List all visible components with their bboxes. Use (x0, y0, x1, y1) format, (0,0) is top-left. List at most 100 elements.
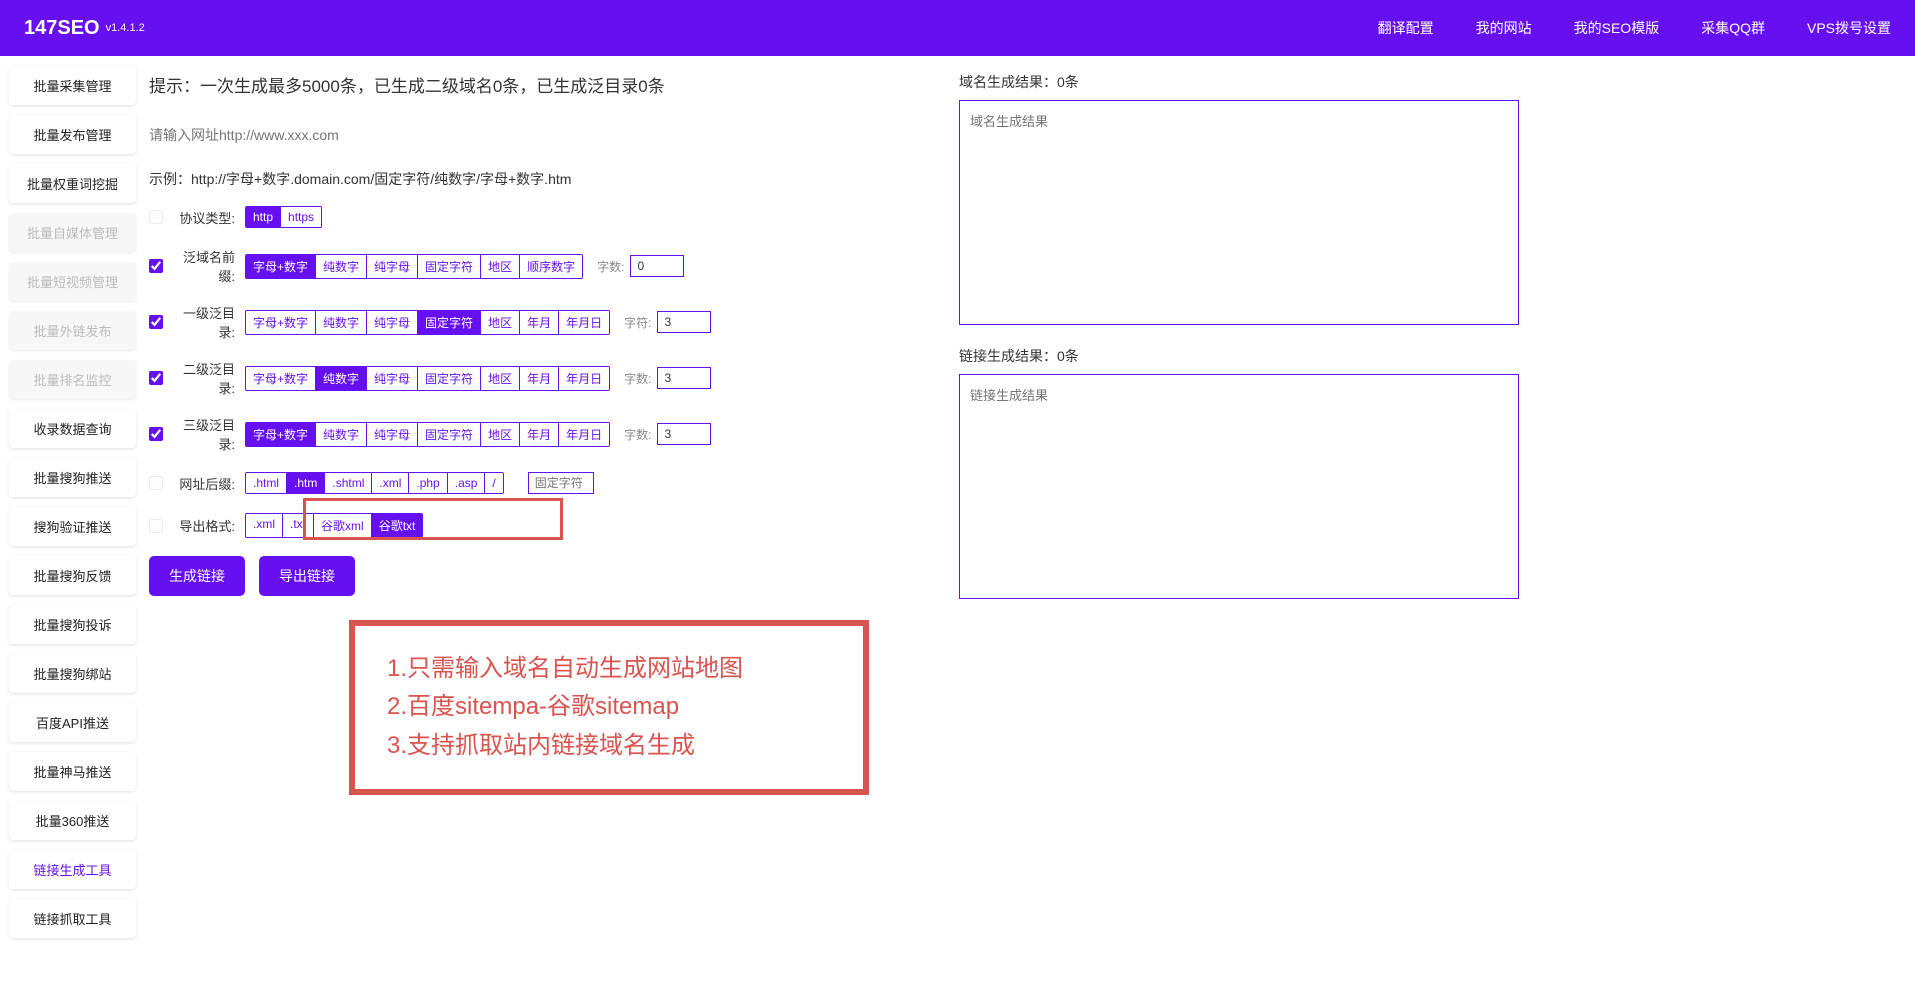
option-row-protocol: 协议类型: httphttps (149, 205, 929, 229)
tag-group: httphttps (245, 206, 322, 228)
tag-option[interactable]: 年月 (520, 423, 559, 446)
sidebar-item[interactable]: 链接生成工具 (9, 850, 136, 889)
tag-option[interactable]: 纯字母 (367, 423, 418, 446)
row-label: 泛域名前缀: (169, 247, 235, 285)
domain-result-title: 域名生成结果：0条 (959, 72, 1519, 92)
tag-option[interactable]: 纯字母 (367, 311, 418, 334)
row-label: 一级泛目录: (169, 303, 235, 341)
tag-option[interactable]: .xml (372, 473, 409, 493)
link-result-title: 链接生成结果：0条 (959, 346, 1519, 366)
sidebar-item[interactable]: 批量采集管理 (9, 66, 136, 105)
export-links-button[interactable]: 导出链接 (259, 556, 355, 596)
tag-option[interactable]: 顺序数字 (520, 255, 582, 278)
tag-option[interactable]: 固定字符 (418, 311, 481, 334)
example-text: 示例：http://字母+数字.domain.com/固定字符/纯数字/字母+数… (149, 169, 929, 189)
tag-option[interactable]: .html (246, 473, 287, 493)
tag-option[interactable]: 地区 (481, 255, 520, 278)
tag-option[interactable]: 纯数字 (316, 311, 367, 334)
sidebar-item[interactable]: 批量权重词挖掘 (9, 164, 136, 203)
tag-option[interactable]: 固定字符 (418, 423, 481, 446)
tag-option[interactable]: 固定字符 (418, 367, 481, 390)
sidebar-item[interactable]: 批量发布管理 (9, 115, 136, 154)
sidebar-item: 批量排名监控 (9, 360, 136, 399)
sidebar-item[interactable]: 批量搜狗绑站 (9, 654, 136, 693)
sidebar-item[interactable]: 批量搜狗投诉 (9, 605, 136, 644)
tag-option[interactable]: .asp (448, 473, 486, 493)
row-checkbox[interactable] (149, 519, 163, 533)
top-nav: 翻译配置 我的网站 我的SEO模版 采集QQ群 VPS拨号设置 (1378, 18, 1891, 38)
count-input[interactable] (630, 255, 684, 277)
tag-option[interactable]: 纯数字 (316, 423, 367, 446)
tag-option[interactable]: 年月 (520, 367, 559, 390)
row-checkbox[interactable] (149, 210, 163, 224)
domain-result-box[interactable] (959, 100, 1519, 325)
option-row-suffix: 网址后缀:.html.htm.shtml.xml.php.asp/ (149, 471, 929, 495)
tag-option[interactable]: 年月日 (559, 367, 609, 390)
tag-option[interactable]: 谷歌txt (372, 514, 423, 537)
tag-option[interactable]: 年月日 (559, 311, 609, 334)
tag-option[interactable]: http (246, 207, 281, 227)
sidebar-item: 批量自媒体管理 (9, 213, 136, 252)
tag-option[interactable]: 字母+数字 (246, 311, 316, 334)
count-input[interactable] (657, 311, 711, 333)
info-annotation-box: 1.只需输入域名自动生成网站地图 2.百度sitempa-谷歌sitemap 3… (349, 620, 869, 795)
tag-option[interactable]: 地区 (481, 311, 520, 334)
row-label: 三级泛目录: (169, 415, 235, 453)
sidebar-item[interactable]: 链接抓取工具 (9, 899, 136, 938)
nav-link[interactable]: 翻译配置 (1378, 18, 1434, 38)
row-label: 协议类型: (169, 208, 235, 227)
tag-option[interactable]: 字母+数字 (246, 367, 316, 390)
row-checkbox[interactable] (149, 371, 163, 385)
option-row-prefix: 泛域名前缀: 字母+数字纯数字纯字母固定字符地区顺序数字字数: (149, 247, 929, 285)
app-header: 147SEO v1.4.1.2 翻译配置我的网站我的SEO模版采集QQ群VPS拨… (0, 0, 1915, 56)
nav-link[interactable]: 我的SEO模版 (1574, 18, 1660, 38)
sidebar-item[interactable]: 收录数据查询 (9, 409, 136, 448)
tag-option[interactable]: 纯数字 (316, 367, 367, 390)
option-row-dir1: 一级泛目录: 字母+数字纯数字纯字母固定字符地区年月年月日字符: (149, 303, 929, 341)
tag-option[interactable]: 纯数字 (316, 255, 367, 278)
suffix-input[interactable] (528, 472, 594, 494)
row-checkbox[interactable] (149, 315, 163, 329)
tag-option[interactable]: 固定字符 (418, 255, 481, 278)
sidebar-item[interactable]: 批量360推送 (9, 801, 136, 840)
count-input[interactable] (657, 423, 711, 445)
url-input[interactable] (149, 127, 929, 143)
row-checkbox[interactable] (149, 259, 163, 273)
tag-group: 字母+数字纯数字纯字母固定字符地区顺序数字 (245, 254, 583, 279)
nav-link[interactable]: 采集QQ群 (1701, 18, 1765, 38)
nav-link[interactable]: VPS拨号设置 (1807, 18, 1891, 38)
tag-option[interactable]: .xml (246, 514, 283, 537)
row-checkbox[interactable] (149, 476, 163, 490)
tag-group: 字母+数字纯数字纯字母固定字符地区年月年月日 (245, 422, 610, 447)
tag-option[interactable]: 字母+数字 (246, 423, 316, 446)
nav-link[interactable]: 我的网站 (1476, 18, 1532, 38)
tag-option[interactable]: 谷歌xml (314, 514, 372, 537)
tag-option[interactable]: https (281, 207, 321, 227)
tag-option[interactable]: / (485, 473, 502, 493)
sidebar-item[interactable]: 批量神马推送 (9, 752, 136, 791)
count-label: 字数: (597, 258, 624, 275)
tag-option[interactable]: 地区 (481, 423, 520, 446)
row-checkbox[interactable] (149, 427, 163, 441)
generate-links-button[interactable]: 生成链接 (149, 556, 245, 596)
sidebar-item[interactable]: 批量搜狗推送 (9, 458, 136, 497)
tag-option[interactable]: 纯字母 (367, 367, 418, 390)
tag-option[interactable]: .php (409, 473, 447, 493)
tag-option[interactable]: 纯字母 (367, 255, 418, 278)
count-label: 字符: (624, 314, 651, 331)
tag-option[interactable]: .htm (287, 473, 325, 493)
tag-option[interactable]: 年月日 (559, 423, 609, 446)
sidebar-item[interactable]: 搜狗验证推送 (9, 507, 136, 546)
tag-group: .html.htm.shtml.xml.php.asp/ (245, 472, 504, 494)
link-result-box[interactable] (959, 374, 1519, 599)
count-label: 字数: (624, 370, 651, 387)
sidebar-item[interactable]: 百度API推送 (9, 703, 136, 742)
tag-option[interactable]: 地区 (481, 367, 520, 390)
tag-option[interactable]: .shtml (325, 473, 372, 493)
count-input[interactable] (657, 367, 711, 389)
option-row-export: 导出格式:.xml.txt谷歌xml谷歌txt (149, 513, 929, 538)
tag-option[interactable]: 字母+数字 (246, 255, 316, 278)
tag-option[interactable]: .txt (283, 514, 314, 537)
tag-option[interactable]: 年月 (520, 311, 559, 334)
sidebar-item[interactable]: 批量搜狗反馈 (9, 556, 136, 595)
